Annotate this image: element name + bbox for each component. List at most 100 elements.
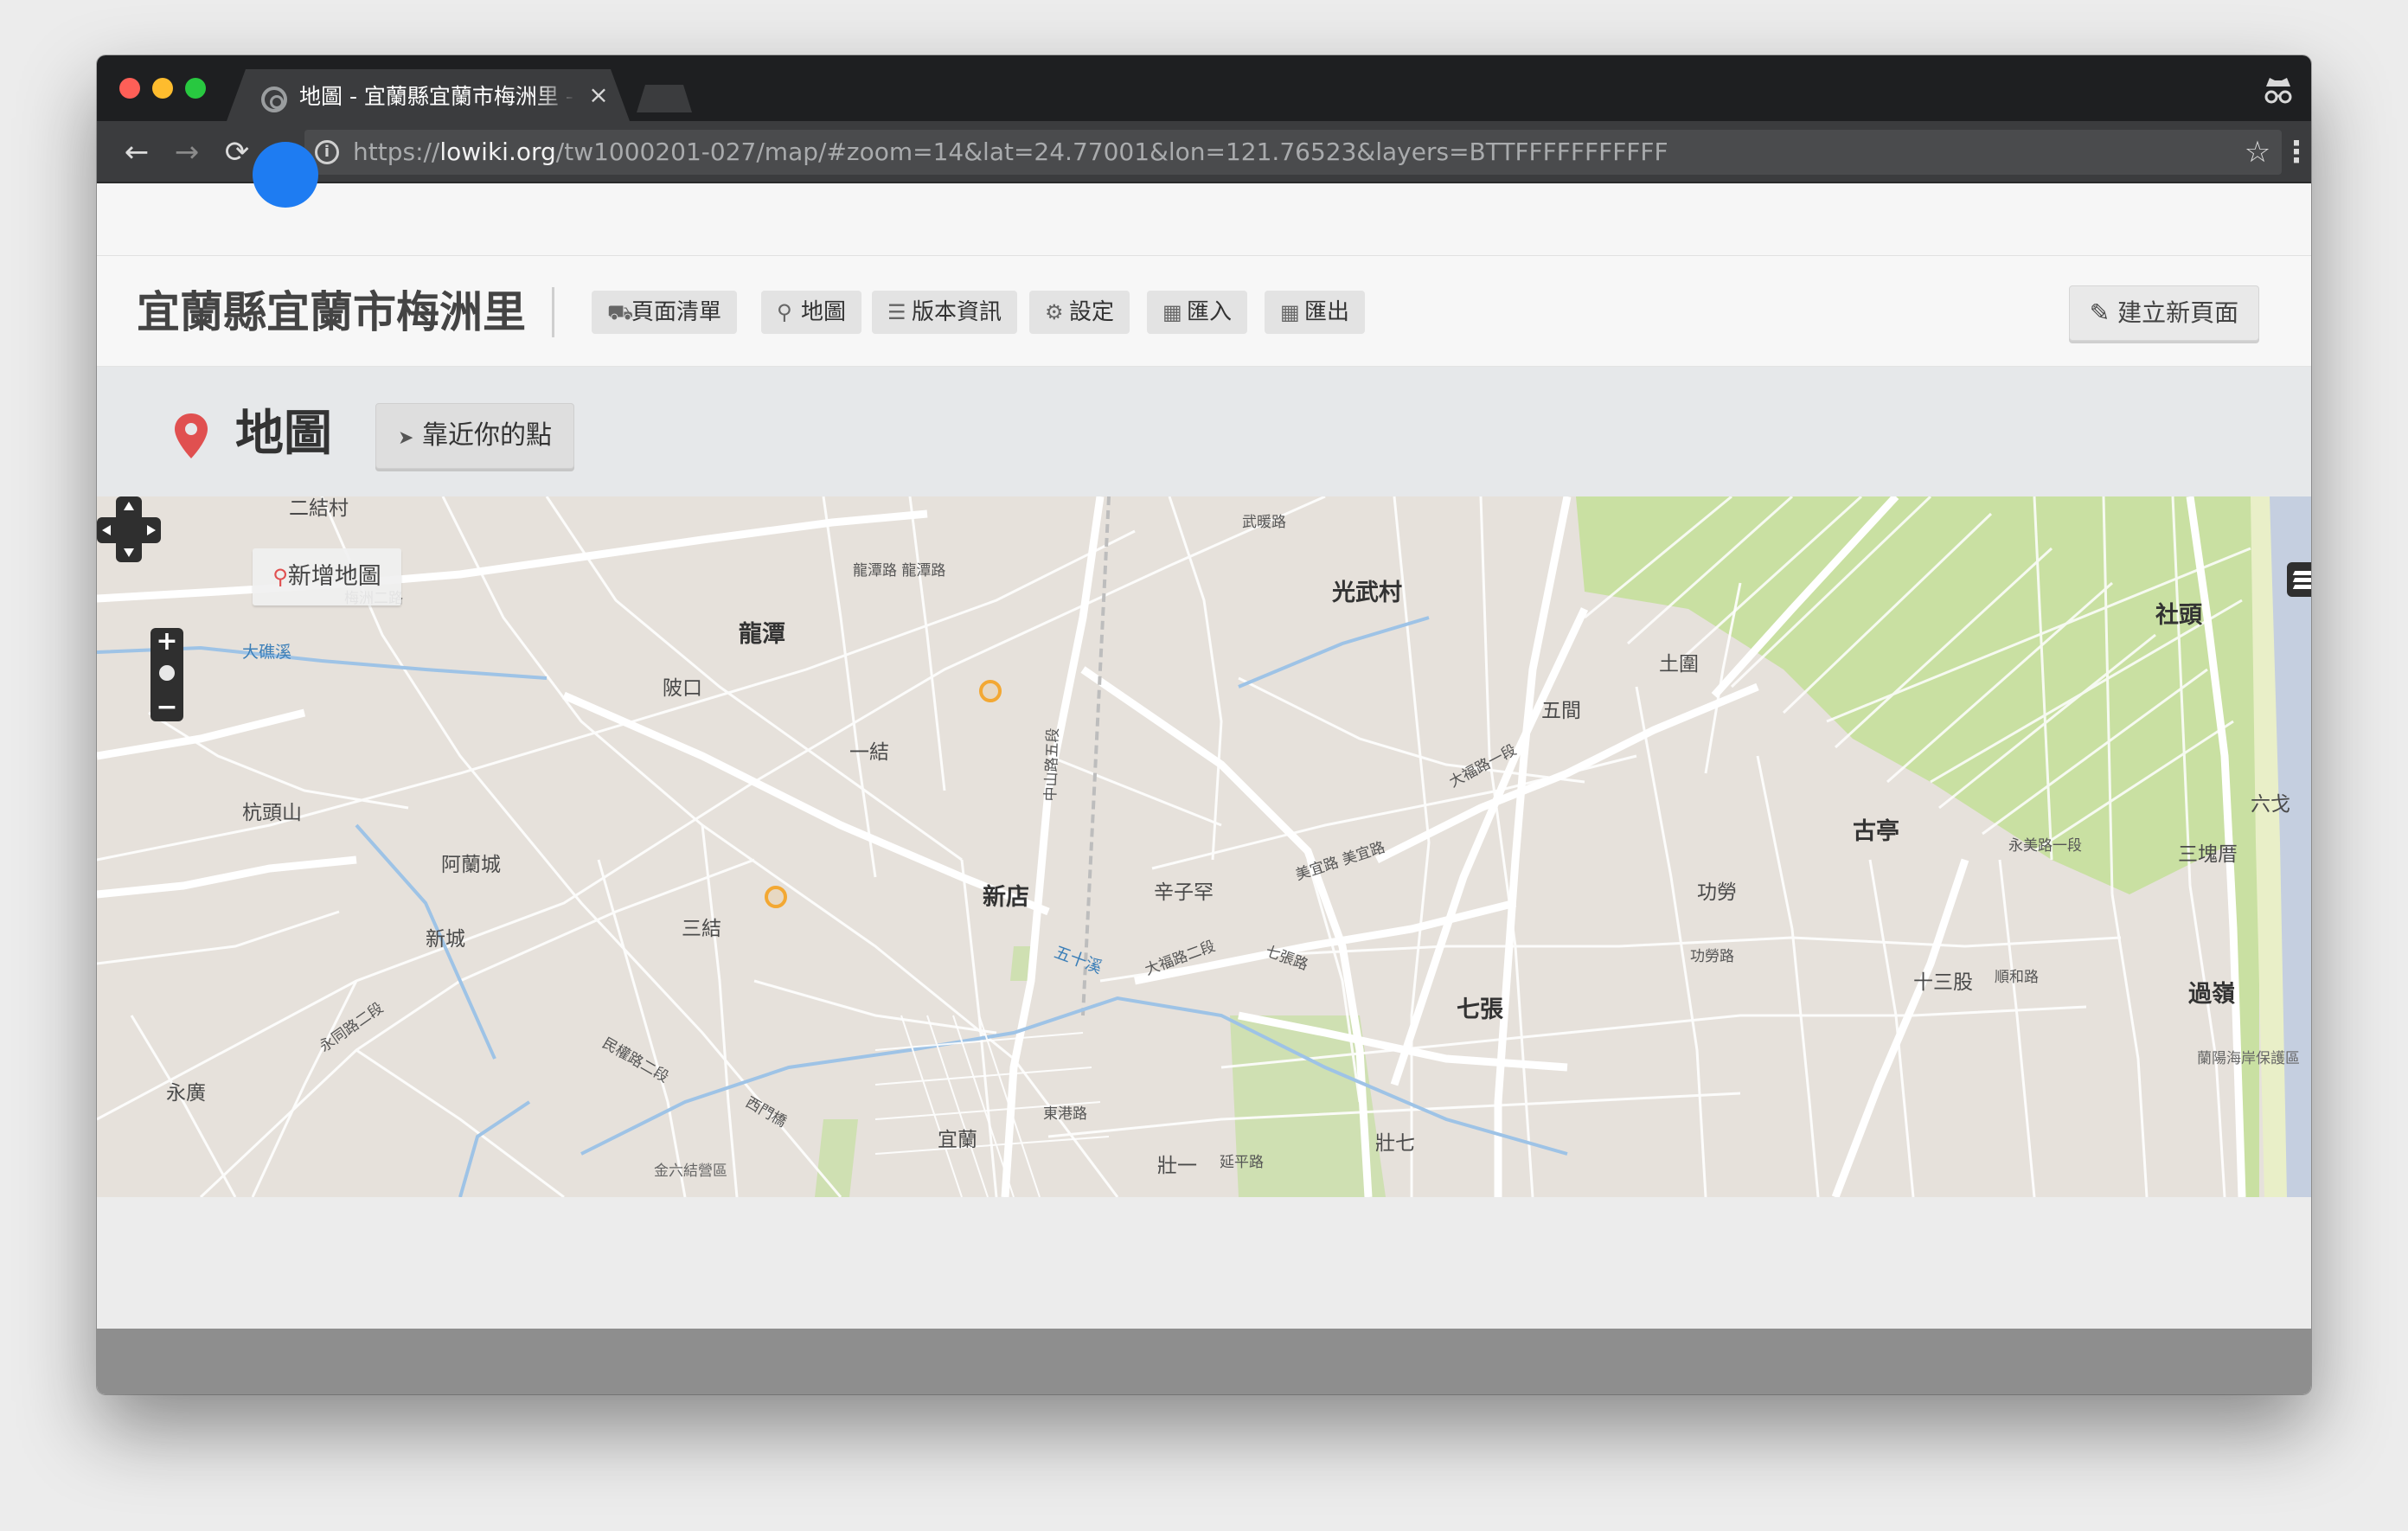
page-title-bar: 地圖 ➤ 靠近你的點: [97, 367, 2311, 496]
bookmark-star-icon[interactable]: ☆: [2240, 135, 2275, 170]
map-label-alancheng: 阿蘭城: [441, 854, 501, 876]
nav-label: 地圖: [801, 299, 847, 325]
layers-icon[interactable]: [2287, 562, 2311, 597]
map-label-guting: 古亭: [1853, 818, 1899, 845]
bottom-bar: [97, 1329, 2311, 1394]
add-map-label: 新增地圖: [287, 563, 381, 590]
site-header: 宜蘭縣宜蘭市梅洲里 ⛟頁面清單 ⚲ 地圖 ☰ 版本資訊 ⚙ 設定 ▦ 匯入 ▦ 匯出 ✎: [97, 256, 2311, 367]
map-label-jinliu: 金六結營區: [654, 1163, 727, 1180]
road-label-yongmei1: 永美路一段: [2008, 837, 2082, 855]
nav-label: 頁面清單: [631, 299, 722, 325]
map-label-longtan: 龍潭: [739, 621, 785, 648]
page-title: 地圖: [235, 406, 332, 462]
create-page-label: 建立新頁面: [2117, 298, 2239, 327]
map-label-yijie: 一結: [849, 741, 889, 764]
gear-icon: ⚙: [1045, 300, 1064, 324]
reload-button[interactable]: ⟳: [216, 131, 258, 173]
tab-close-icon[interactable]: ×: [586, 83, 611, 107]
url-text[interactable]: https://lowiki.org/tw1000201-027/map/#zo…: [353, 130, 1668, 175]
map-label-qizhang: 七張: [1457, 996, 1503, 1023]
site-info-icon[interactable]: i: [315, 140, 339, 164]
map-view[interactable]: 二結村 龍潭 光武村 社頭 土圍 五間 陂口 一結 杭頭山 阿蘭城 新店 辛子罕…: [97, 496, 2311, 1197]
title-bar: 地圖 - 宜蘭縣宜蘭市梅洲里 - Lo ×: [97, 55, 2311, 121]
forward-button[interactable]: →: [166, 131, 208, 173]
map-label-tuwei: 土圍: [1659, 653, 1699, 676]
nav-map-button[interactable]: ⚲ 地圖: [761, 291, 862, 334]
near-you-button[interactable]: ➤ 靠近你的點: [375, 403, 574, 469]
map-label-xinzilao: 辛子罕: [1154, 881, 1214, 904]
close-window-button[interactable]: [119, 78, 140, 99]
near-you-label: 靠近你的點: [421, 420, 552, 451]
map-label-liuge: 六戈: [2251, 793, 2290, 816]
map-label-guoling: 過嶺: [2188, 981, 2235, 1008]
map-label-xincheng: 新城: [426, 928, 465, 951]
browser-window: 地圖 - 宜蘭縣宜蘭市梅洲里 - Lo × ← → ⟳ ⌂ i https://…: [97, 55, 2311, 1394]
map-label-zhuangqi: 壯七: [1375, 1132, 1415, 1155]
table-icon: ▦: [1280, 300, 1300, 324]
zoom-in-button[interactable]: +: [150, 628, 183, 656]
new-tab-button[interactable]: [637, 85, 692, 112]
map-label-sankuaicuo: 三塊厝: [2178, 843, 2238, 866]
nav-changes-button[interactable]: ☰ 版本資訊: [872, 291, 1018, 334]
globe-icon[interactable]: [157, 663, 177, 683]
zoom-out-button[interactable]: −: [150, 694, 183, 721]
road-label-wusheng: 武暖路: [1242, 514, 1286, 531]
map-tiles[interactable]: [97, 496, 2311, 1197]
road-label-zhongshan: 中山路五段: [1042, 727, 1062, 802]
incognito-icon: [2264, 78, 2292, 104]
tab-title: 地圖 - 宜蘭縣宜蘭市梅洲里 - Lo: [299, 84, 576, 109]
address-bar[interactable]: i https://lowiki.org/tw1000201-027/map/#…: [304, 130, 2282, 175]
road-label-longtan: 龍潭路 龍潭路: [853, 562, 946, 580]
road-label-donggang: 東港路: [1043, 1105, 1087, 1123]
map-label-wujian: 五間: [1541, 700, 1581, 722]
create-page-button[interactable]: ✎ 建立新頁面: [2069, 285, 2259, 341]
location-arrow-icon: ➤: [398, 427, 414, 449]
table-icon: ▦: [1162, 300, 1182, 324]
map-label-gukou: 陂口: [663, 677, 702, 700]
back-button[interactable]: ←: [116, 131, 157, 173]
page-footer-area: [97, 1197, 2311, 1329]
site-title[interactable]: 宜蘭縣宜蘭市梅洲里: [137, 282, 526, 343]
url-path: /tw1000201-027/map/#zoom=14&lat=24.77001…: [555, 138, 1668, 166]
map-label-xindian: 新店: [983, 884, 1029, 911]
nav-export-button[interactable]: ▦ 匯出: [1265, 291, 1366, 334]
river-label-dajiao: 大礁溪: [242, 643, 292, 662]
nav-label: 設定: [1069, 299, 1115, 325]
browser-menu-icon[interactable]: ⋮: [2282, 133, 2311, 171]
map-poi-marker[interactable]: [765, 886, 787, 908]
pan-control-icon[interactable]: [97, 496, 161, 562]
nav-label: 版本資訊: [912, 299, 1002, 325]
map-label-lanyang: 蘭陽海岸保護區: [2197, 1050, 2300, 1067]
map-label-shisangu: 十三股: [1913, 971, 1973, 994]
top-strip: [97, 142, 2311, 256]
road-label-gongyao: 功勞路: [1690, 948, 1734, 965]
nav-import-button[interactable]: ▦ 匯入: [1147, 291, 1248, 334]
map-label-zhuangyi: 壯一: [1157, 1155, 1197, 1177]
map-marker-icon: [175, 413, 208, 458]
nav-settings-button[interactable]: ⚙ 設定: [1029, 291, 1130, 334]
map-label-yongguang: 永廣: [166, 1082, 206, 1105]
map-pin-icon: ⚲: [777, 300, 792, 324]
map-pin-icon: ⚲: [272, 565, 288, 589]
map-label-hangtoushan: 杭頭山: [242, 802, 302, 824]
browser-toolbar: ← → ⟳ ⌂ i https://lowiki.org/tw1000201-0…: [97, 121, 2311, 183]
road-label-zhuangping: 延平路: [1220, 1154, 1264, 1171]
browser-tab[interactable]: 地圖 - 宜蘭縣宜蘭市梅洲里 - Lo ×: [227, 69, 630, 121]
site-favicon-icon: [261, 86, 287, 112]
map-label-sanjie: 三結: [682, 918, 721, 940]
map-poi-marker[interactable]: [979, 680, 1002, 702]
map-label-guangwucun: 光武村: [1332, 580, 1402, 606]
nav-page-list-button[interactable]: ⛟頁面清單: [592, 291, 738, 334]
pencil-icon: ✎: [2089, 298, 2110, 327]
url-scheme: https://: [353, 138, 440, 166]
bus-icon: ⛟: [607, 300, 634, 324]
maximize-window-button[interactable]: [185, 78, 206, 99]
map-label-shetou: 社頭: [2155, 602, 2202, 629]
map-label-gongyao: 功勞: [1697, 881, 1737, 904]
minimize-window-button[interactable]: [152, 78, 173, 99]
page-content: 宜蘭縣宜蘭市梅洲里 ⛟頁面清單 ⚲ 地圖 ☰ 版本資訊 ⚙ 設定 ▦ 匯入 ▦ 匯出 ✎: [97, 142, 2311, 1394]
add-map-button[interactable]: ⚲新增地圖: [253, 548, 401, 605]
zoom-control: + −: [150, 628, 183, 721]
map-label-yilan: 宜蘭: [938, 1129, 977, 1151]
url-host: lowiki.org: [439, 138, 556, 166]
